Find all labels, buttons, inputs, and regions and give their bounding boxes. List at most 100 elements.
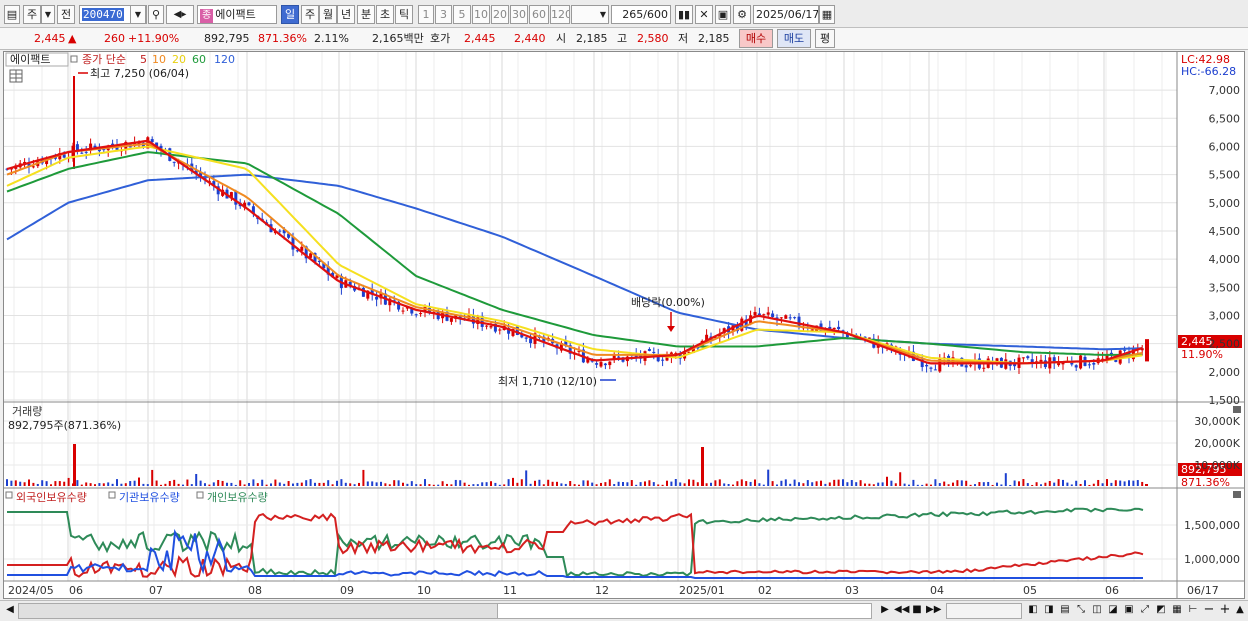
chart-area[interactable]: 최고 7,250 (06/04) 최저 1,710 (12/10) 배당락(0.00…	[3, 51, 1245, 599]
sell-button[interactable]: 매도	[777, 29, 811, 48]
count-input[interactable]: 265/600	[611, 5, 671, 24]
x-tick: 09	[340, 584, 354, 597]
chart-canvas[interactable]: 최고 7,250 (06/04) 최저 1,710 (12/10) 배당락(0.00…	[4, 52, 1244, 598]
volume-bar	[1066, 482, 1069, 486]
volume-bar	[371, 481, 374, 486]
volume-bar	[745, 481, 748, 486]
candle-body	[1092, 362, 1096, 365]
gear-icon[interactable]: ⚙	[733, 5, 751, 24]
period-tab-5[interactable]: 초	[376, 5, 394, 24]
volume-bar	[934, 479, 937, 486]
rewind-icon[interactable]: ◀◀	[894, 603, 909, 618]
avg-button[interactable]: 평	[815, 29, 835, 48]
x-tick: 07	[149, 584, 163, 597]
period-tab-3[interactable]: 년	[337, 5, 355, 24]
volume-bar	[872, 484, 875, 486]
stop-icon[interactable]: ■	[910, 603, 924, 618]
candle-body	[595, 363, 599, 365]
volume-bar	[6, 479, 8, 486]
forward-icon[interactable]: ▶▶	[926, 603, 941, 618]
zoom-out-icon[interactable]: −	[1202, 603, 1216, 618]
scroll-left-icon[interactable]: ◀	[3, 603, 17, 618]
candle-body	[925, 364, 929, 367]
volume-bar	[806, 480, 809, 486]
minute-option-2[interactable]: 5	[453, 5, 471, 24]
candle-body	[1013, 364, 1017, 367]
tool-icon[interactable]: ◧	[1026, 603, 1040, 618]
candle-body	[84, 151, 88, 153]
x-tick: 02	[758, 584, 772, 597]
minute-option-0[interactable]: 1	[418, 5, 434, 24]
panel-close-icon[interactable]	[1233, 491, 1241, 498]
volume-bar	[622, 482, 624, 486]
search-icon[interactable]: ⚲	[148, 5, 164, 24]
speaker-icon[interactable]: ◀▸	[166, 5, 194, 24]
volume-bar	[1119, 480, 1122, 486]
volume-bar	[635, 484, 638, 486]
tool-icon[interactable]: ▤	[1058, 603, 1072, 618]
x-tick: 2025/01	[679, 584, 725, 597]
candle-type-icon[interactable]: ▮▮	[675, 5, 693, 24]
volume-bar	[54, 481, 57, 486]
layout-icon[interactable]: ▤	[4, 5, 20, 24]
minute-option-4[interactable]: 20	[491, 5, 509, 24]
legend-institution[interactable]: 기관보유수량	[119, 491, 180, 504]
legend-foreign[interactable]: 외국인보유수량	[16, 491, 87, 504]
volume-bar	[1004, 473, 1007, 486]
date-input[interactable]: 2025/06/17	[753, 5, 819, 24]
volume-bar	[58, 481, 61, 486]
scroll-end-icon[interactable]: ▲	[1233, 603, 1247, 618]
ma-period-5[interactable]: 5	[140, 53, 147, 66]
scroll-thumb[interactable]	[497, 603, 872, 619]
save-icon[interactable]: ▣	[715, 5, 731, 24]
ma-period-20[interactable]: 20	[172, 53, 186, 66]
period-tab-1[interactable]: 주	[301, 5, 319, 24]
volume-bar	[652, 482, 655, 486]
panel-close-icon[interactable]	[1233, 406, 1241, 413]
ma-label[interactable]: 종가 단순	[82, 53, 126, 66]
minute-option-7[interactable]: 120	[550, 5, 570, 24]
ma-period-120[interactable]: 120	[214, 53, 235, 66]
period-tab-6[interactable]: 틱	[395, 5, 413, 24]
prefix-select[interactable]: 전	[57, 5, 75, 24]
stock-name-field[interactable]: 종 에이팩트	[197, 5, 277, 24]
scroll-right-icon[interactable]: ▶	[878, 603, 892, 618]
tool-icon[interactable]: ▦	[1170, 603, 1184, 618]
legend-individual[interactable]: 개인보유수량	[207, 491, 268, 504]
volume-bar	[688, 479, 690, 486]
tool-icon[interactable]: ⤡	[1074, 603, 1088, 618]
cross-line-icon[interactable]: ✕	[695, 5, 713, 24]
tool-icon[interactable]: ⤢	[1138, 603, 1152, 618]
zoom-slider[interactable]	[946, 603, 1022, 619]
chevron-down-icon[interactable]: ▼	[41, 5, 55, 24]
minute-option-1[interactable]: 3	[435, 5, 452, 24]
zoom-in-icon[interactable]: +	[1218, 603, 1232, 618]
calendar-icon[interactable]: ▦	[819, 5, 835, 24]
volume-bar	[1141, 481, 1144, 486]
period-tab-0[interactable]: 일	[281, 5, 299, 24]
scroll-track[interactable]	[18, 603, 498, 619]
price-tick: 1,500	[1209, 394, 1241, 407]
period-tab-4[interactable]: 분	[357, 5, 375, 24]
zoom-fit-icon[interactable]: ⊢	[1186, 603, 1200, 618]
volume-bar	[789, 483, 792, 486]
tool-icon[interactable]: ▣	[1122, 603, 1136, 618]
minute-option-5[interactable]: 30	[510, 5, 528, 24]
volume-bar	[146, 484, 149, 486]
market-select[interactable]: 주	[23, 5, 41, 24]
minute-option-3[interactable]: 10	[472, 5, 490, 24]
unit-dropdown[interactable]: ▼	[571, 5, 609, 24]
ma-period-10[interactable]: 10	[152, 53, 166, 66]
buy-button[interactable]: 매수	[739, 29, 773, 48]
period-tab-2[interactable]: 월	[319, 5, 337, 24]
candle-body	[762, 314, 766, 316]
tool-icon[interactable]: ◩	[1154, 603, 1168, 618]
tool-icon[interactable]: ◪	[1106, 603, 1120, 618]
minute-option-6[interactable]: 60	[529, 5, 549, 24]
tool-icon[interactable]: ◨	[1042, 603, 1056, 618]
candle-body	[837, 326, 841, 330]
ma-period-60[interactable]: 60	[192, 53, 206, 66]
tool-icon[interactable]: ◫	[1090, 603, 1104, 618]
volume-bar	[358, 482, 360, 486]
code-dropdown-icon[interactable]: ▼	[130, 5, 146, 24]
